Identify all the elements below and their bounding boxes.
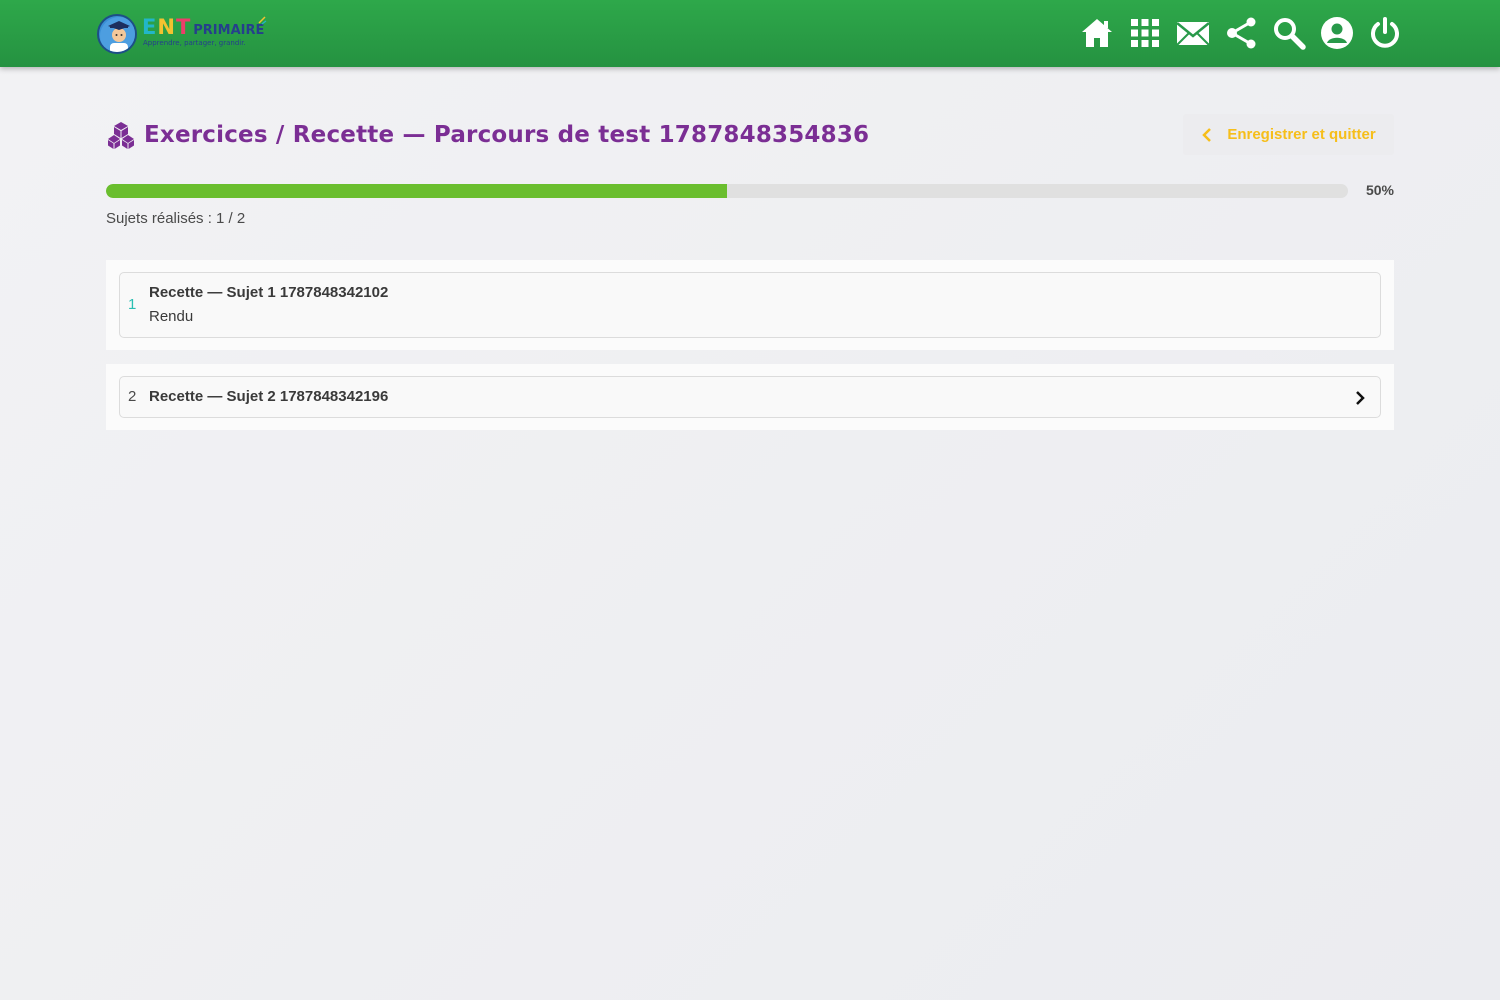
subject-title: Recette — Sujet 1 1787848342102 [149, 284, 389, 301]
power-icon [1371, 17, 1399, 48]
subjects-done-count: Sujets réalisés : 1 / 2 [106, 210, 246, 227]
logo-letter-n: N [157, 15, 176, 39]
save-button-label: Enregistrer et quitter [1227, 126, 1376, 143]
main-nav [1068, 14, 1404, 52]
save-and-quit-button[interactable]: Enregistrer et quitter [1183, 114, 1394, 155]
page-heading: Exercices / Recette — Parcours de test 1… [106, 120, 869, 150]
subject-card-1: 1 Recette — Sujet 1 1787848342102 Rendu [106, 260, 1394, 350]
cubes-icon [108, 122, 134, 149]
messages-button[interactable] [1174, 14, 1212, 52]
progress-bar-fill [106, 184, 727, 198]
logo-wordmark: ENT PRIMAIRE [142, 15, 264, 39]
subject-item-1[interactable]: 1 Recette — Sujet 1 1787848342102 Rendu [119, 272, 1381, 338]
search-icon [1274, 18, 1306, 50]
home-button[interactable] [1078, 14, 1116, 52]
chevron-left-icon [1202, 127, 1212, 142]
subject-title: Recette — Sujet 2 1787848342196 [149, 388, 389, 405]
search-button[interactable] [1270, 14, 1308, 52]
logo-letter-t: T [175, 15, 192, 39]
subject-number: 1 [128, 296, 137, 313]
home-icon [1082, 19, 1112, 47]
chevron-right-icon[interactable] [1354, 390, 1366, 406]
share-button[interactable] [1222, 14, 1260, 52]
mail-icon [1176, 22, 1210, 46]
progress-percent: 50% [1365, 182, 1394, 198]
apps-grid-icon [1131, 19, 1159, 47]
top-bar: ENT PRIMAIRE Apprendre, partager, grandir… [0, 0, 1500, 67]
account-button[interactable] [1318, 14, 1356, 52]
share-icon [1227, 17, 1256, 49]
logout-button[interactable] [1366, 14, 1404, 52]
logo-tagline: Apprendre, partager, grandir. [143, 39, 246, 47]
subject-number: 2 [128, 388, 137, 405]
subject-status: Rendu [149, 308, 194, 325]
sparkle-icon [258, 16, 267, 25]
apps-button[interactable] [1126, 14, 1164, 52]
logo-primaire: PRIMAIRE [193, 23, 265, 38]
subject-item-2[interactable]: 2 Recette — Sujet 2 1787848342196 [119, 376, 1381, 418]
progress-bar [106, 184, 1348, 198]
subject-card-2: 2 Recette — Sujet 2 1787848342196 [106, 364, 1394, 430]
logo-avatar-badge [97, 14, 137, 54]
page-title: Exercices / Recette — Parcours de test 1… [144, 122, 870, 148]
user-icon [1321, 17, 1353, 49]
logo-letter-e: E [142, 15, 158, 39]
ent-primaire-logo[interactable]: ENT PRIMAIRE Apprendre, partager, grandir… [97, 12, 272, 54]
